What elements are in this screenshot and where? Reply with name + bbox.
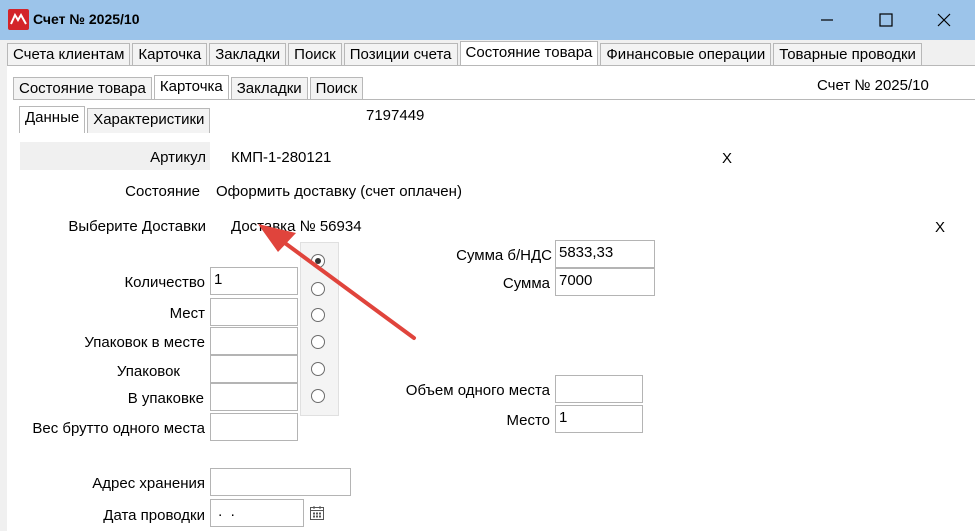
annotation-arrow-icon: [258, 224, 416, 340]
